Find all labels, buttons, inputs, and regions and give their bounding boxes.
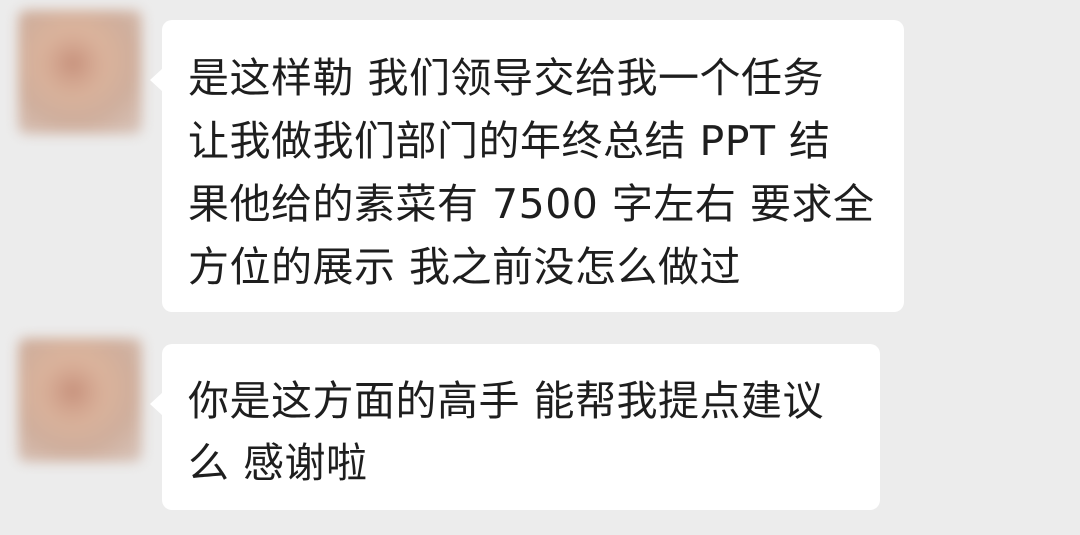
message-text-line: 你是这方面的高手 能帮我提点建议 — [188, 377, 825, 425]
message-row: 是这样勒 我们领导交给我一个任务 让我做我们部门的年终总结 PPT 结 果他给的… — [0, 0, 1080, 320]
message-text-line: 方位的展示 我之前没怎么做过 — [188, 243, 742, 291]
message-bubble[interactable]: 你是这方面的高手 能帮我提点建议 么 感谢啦 — [150, 344, 880, 510]
avatar[interactable] — [18, 10, 142, 134]
message-bubble[interactable]: 是这样勒 我们领导交给我一个任务 让我做我们部门的年终总结 PPT 结 果他给的… — [150, 20, 904, 312]
message-text-line: 么 感谢啦 — [188, 439, 368, 487]
message-row: 你是这方面的高手 能帮我提点建议 么 感谢啦 — [0, 320, 1080, 535]
message-text-line: 果他给的素菜有 7500 字左右 要求全 — [188, 180, 875, 228]
message-text-line: 是这样勒 我们领导交给我一个任务 — [188, 54, 825, 102]
chat-conversation: 是这样勒 我们领导交给我一个任务 让我做我们部门的年终总结 PPT 结 果他给的… — [0, 0, 1080, 535]
message-text-line: 让我做我们部门的年终总结 PPT 结 — [188, 117, 831, 165]
avatar[interactable] — [18, 338, 142, 462]
